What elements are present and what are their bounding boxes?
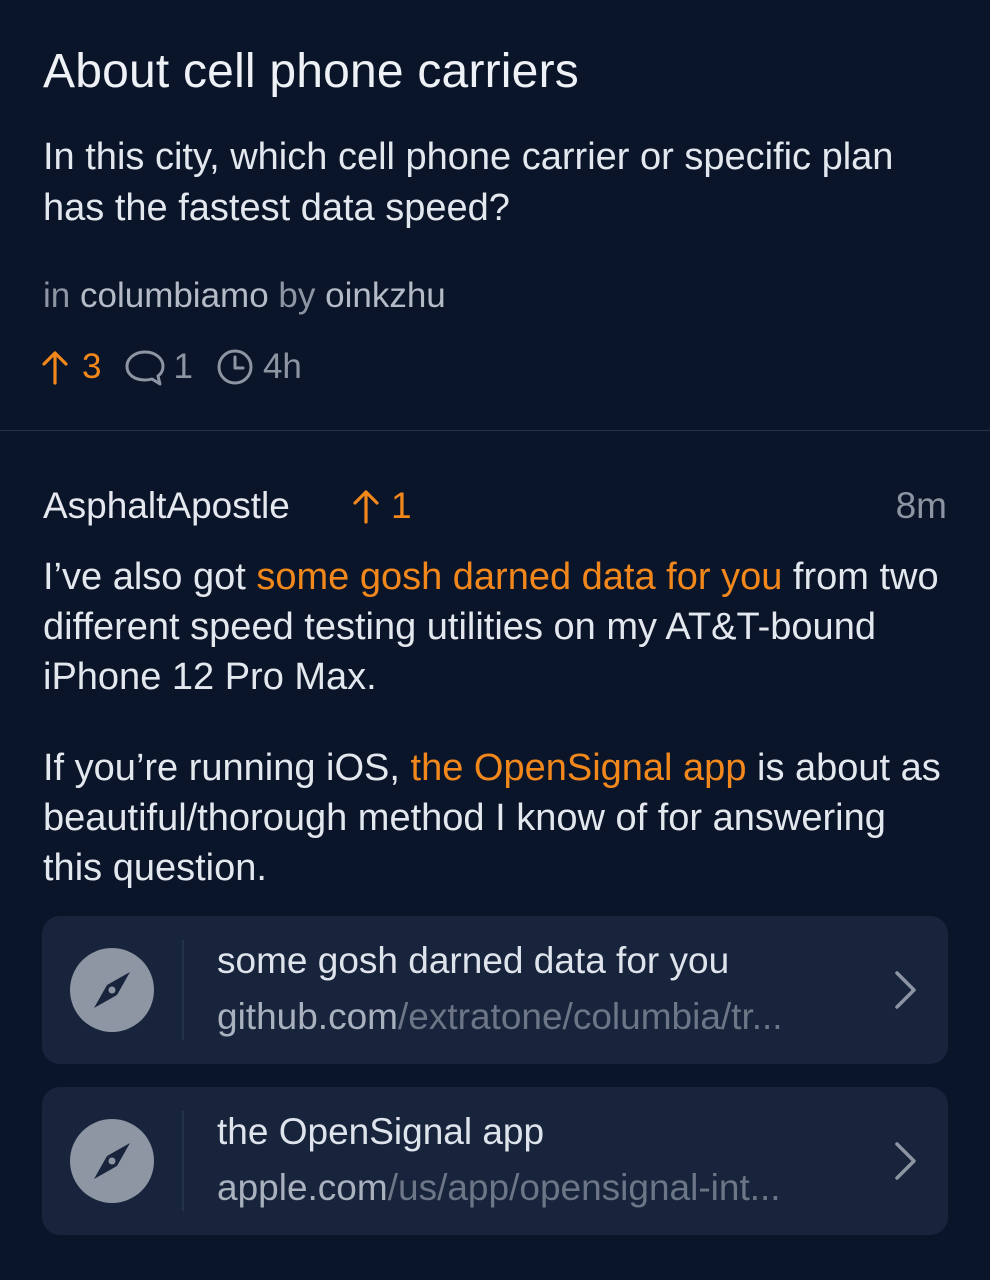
- link-card-github[interactable]: some gosh darned data for you github.com…: [42, 916, 948, 1064]
- compass-icon: [70, 1119, 154, 1203]
- meta-in-label: in: [43, 276, 71, 315]
- comment-paragraph: If you’re running iOS, the OpenSignal ap…: [43, 743, 953, 893]
- post-comments-button[interactable]: 1: [123, 347, 193, 387]
- comment-header: AsphaltApostle 1 8m: [43, 485, 947, 529]
- comment-author[interactable]: AsphaltApostle: [43, 485, 290, 527]
- paragraph-text: If you’re running iOS,: [43, 747, 411, 789]
- card-path: /extratone/columbia/tr...: [398, 996, 783, 1037]
- post-meta: in columbiamo by oinkzhu: [43, 276, 446, 316]
- community-link[interactable]: columbiamo: [80, 276, 269, 315]
- paragraph-text: I’ve also got: [43, 556, 257, 598]
- comment-body: I’ve also got some gosh darned data for …: [43, 552, 953, 934]
- comment-paragraph: I’ve also got some gosh darned data for …: [43, 552, 953, 702]
- post-upvote-button[interactable]: 3: [40, 347, 101, 387]
- arrow-up-icon: [353, 490, 379, 524]
- post-header: About cell phone carriers In this city, …: [0, 0, 990, 430]
- clock-icon: [217, 349, 253, 385]
- card-url: github.com/extratone/columbia/tr...: [217, 996, 867, 1038]
- inline-link-data[interactable]: some gosh darned data for you: [256, 556, 782, 598]
- post-stats: 3 1 4h: [40, 345, 302, 389]
- arrow-up-icon: [42, 351, 68, 385]
- card-domain: apple.com: [217, 1167, 388, 1208]
- comment-bubble-icon: [125, 350, 165, 386]
- card-title: some gosh darned data for you: [217, 940, 730, 981]
- post-title: About cell phone carriers: [43, 45, 579, 98]
- link-card-apple[interactable]: the OpenSignal app apple.com/us/app/open…: [42, 1087, 948, 1235]
- chevron-right-icon: [895, 971, 916, 1009]
- card-url: apple.com/us/app/opensignal-int...: [217, 1167, 867, 1209]
- post-upvote-count: 3: [82, 347, 102, 386]
- author-link[interactable]: oinkzhu: [325, 276, 446, 315]
- divider: [0, 430, 990, 431]
- inline-link-opensignal[interactable]: the OpenSignal app: [411, 747, 747, 789]
- chevron-right-icon: [895, 1142, 916, 1180]
- comment-upvote-button[interactable]: 1: [351, 485, 412, 527]
- card-separator: [182, 1111, 184, 1211]
- comment-upvote-count: 1: [391, 485, 412, 526]
- card-domain: github.com: [217, 996, 398, 1037]
- card-separator: [182, 940, 184, 1040]
- post-age-label: 4h: [262, 347, 302, 386]
- meta-by-label: by: [278, 276, 316, 315]
- post-body: In this city, which cell phone carrier o…: [43, 136, 894, 229]
- compass-icon: [70, 948, 154, 1032]
- card-title: the OpenSignal app: [217, 1111, 545, 1152]
- post-comment-count: 1: [173, 347, 193, 386]
- comment-time: 8m: [895, 485, 947, 526]
- post-age: 4h: [215, 347, 302, 387]
- card-path: /us/app/opensignal-int...: [387, 1167, 781, 1208]
